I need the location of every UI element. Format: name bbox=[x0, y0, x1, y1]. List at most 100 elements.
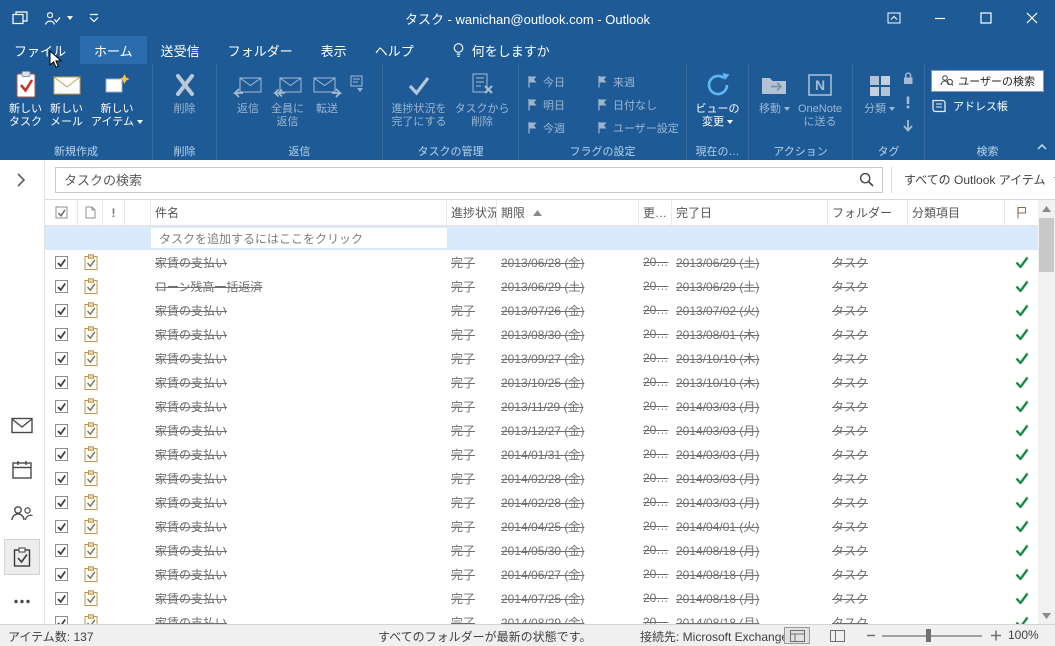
onenote-button[interactable]: N OneNote に送る bbox=[794, 66, 846, 129]
more-respond-actions-button[interactable] bbox=[346, 66, 370, 92]
change-view-button[interactable]: ビューの 変更 bbox=[692, 66, 744, 129]
task-row[interactable]: 家賃の支払い 完了 2014/02/28 (金) 20… 2014/03/03 … bbox=[45, 490, 1038, 514]
completed-check-icon[interactable] bbox=[1015, 448, 1029, 460]
complete-checkbox[interactable] bbox=[55, 591, 68, 605]
task-row[interactable]: 家賃の支払い 完了 2013/11/29 (金) 20… 2014/03/03 … bbox=[45, 394, 1038, 418]
vertical-scrollbar[interactable] bbox=[1038, 200, 1055, 624]
header-completed-column[interactable]: 完了日 bbox=[672, 200, 828, 225]
new-task-button[interactable]: 新しい タスク bbox=[5, 66, 46, 129]
task-row[interactable]: 家賃の支払い 完了 2013/08/30 (金) 20… 2013/08/01 … bbox=[45, 322, 1038, 346]
flag-tomorrow-button[interactable]: 明日 bbox=[527, 97, 597, 113]
private-button[interactable] bbox=[901, 71, 915, 90]
high-importance-button[interactable] bbox=[901, 95, 915, 114]
minimize-button[interactable] bbox=[917, 0, 963, 36]
new-items-button[interactable]: 新しい アイテム bbox=[87, 66, 147, 129]
completed-check-icon[interactable] bbox=[1015, 328, 1029, 340]
flag-no-date-button[interactable]: 日付なし bbox=[597, 97, 685, 113]
collapse-ribbon-button[interactable] bbox=[1036, 138, 1048, 156]
header-modified-column[interactable]: 更… bbox=[639, 200, 672, 225]
complete-checkbox[interactable] bbox=[55, 375, 68, 389]
close-button[interactable] bbox=[1009, 0, 1055, 36]
customize-quick-access-icon[interactable] bbox=[89, 13, 99, 23]
header-due-column[interactable]: 期限 bbox=[497, 200, 639, 225]
tab-send-receive[interactable]: 送受信 bbox=[147, 36, 214, 64]
low-importance-button[interactable] bbox=[901, 119, 915, 138]
tab-file[interactable]: ファイル bbox=[0, 36, 80, 64]
complete-checkbox[interactable] bbox=[55, 447, 68, 461]
complete-checkbox[interactable] bbox=[55, 255, 68, 269]
completed-check-icon[interactable] bbox=[1015, 376, 1029, 388]
completed-check-icon[interactable] bbox=[1015, 256, 1029, 268]
completed-check-icon[interactable] bbox=[1015, 544, 1029, 556]
remove-from-list-button[interactable]: タスクから 削除 bbox=[451, 66, 514, 129]
task-row[interactable]: 家賃の支払い 完了 2014/07/25 (金) 20… 2014/08/18 … bbox=[45, 586, 1038, 610]
reply-button[interactable]: 返信 bbox=[229, 66, 267, 116]
zoom-slider[interactable] bbox=[882, 635, 982, 637]
task-row[interactable]: 家賃の支払い 完了 2013/10/25 (金) 20… 2013/10/10 … bbox=[45, 370, 1038, 394]
ribbon-display-options-button[interactable] bbox=[871, 0, 917, 36]
task-row[interactable]: 家賃の支払い 完了 2014/06/27 (金) 20… 2014/08/18 … bbox=[45, 562, 1038, 586]
header-attachment-column[interactable] bbox=[125, 200, 151, 225]
task-row[interactable]: 家賃の支払い 完了 2014/02/28 (金) 20… 2014/03/03 … bbox=[45, 466, 1038, 490]
forward-button[interactable]: 転送 bbox=[308, 66, 346, 116]
completed-check-icon[interactable] bbox=[1015, 352, 1029, 364]
task-row[interactable]: 家賃の支払い 完了 2014/05/30 (金) 20… 2014/08/18 … bbox=[45, 538, 1038, 562]
complete-checkbox[interactable] bbox=[55, 567, 68, 581]
header-importance-column[interactable]: ! bbox=[103, 200, 125, 225]
move-button[interactable]: 移動 bbox=[755, 66, 794, 116]
completed-check-icon[interactable] bbox=[1015, 616, 1029, 624]
tab-folder[interactable]: フォルダー bbox=[214, 36, 307, 64]
complete-checkbox[interactable] bbox=[55, 351, 68, 365]
completed-check-icon[interactable] bbox=[1015, 592, 1029, 604]
header-flag-column[interactable] bbox=[1005, 200, 1038, 225]
expand-navigation-button[interactable] bbox=[16, 173, 26, 192]
completed-check-icon[interactable] bbox=[1015, 472, 1029, 484]
nav-tasks-button[interactable] bbox=[4, 539, 40, 575]
normal-view-button[interactable] bbox=[784, 627, 810, 644]
reply-all-button[interactable]: 全員に 返信 bbox=[267, 66, 308, 129]
header-status-column[interactable]: 進捗状況 bbox=[447, 200, 497, 225]
add-new-task-row[interactable]: タスクを追加するにはここをクリック bbox=[45, 226, 1038, 250]
tell-me-box[interactable]: 何をしますか bbox=[452, 36, 550, 64]
zoom-slider-thumb[interactable] bbox=[926, 629, 931, 642]
complete-checkbox[interactable] bbox=[55, 399, 68, 413]
complete-checkbox[interactable] bbox=[55, 615, 68, 625]
task-row[interactable]: 家賃の支払い 完了 2014/01/31 (金) 20… 2014/03/03 … bbox=[45, 442, 1038, 466]
header-folder-column[interactable]: フォルダー bbox=[828, 200, 908, 225]
complete-checkbox[interactable] bbox=[55, 327, 68, 341]
search-input[interactable]: タスクの検索 bbox=[55, 166, 883, 193]
completed-check-icon[interactable] bbox=[1015, 496, 1029, 508]
flag-this-week-button[interactable]: 今週 bbox=[527, 120, 597, 136]
completed-check-icon[interactable] bbox=[1015, 520, 1029, 532]
task-row[interactable]: 家賃の支払い 完了 2013/09/27 (金) 20… 2013/10/10 … bbox=[45, 346, 1038, 370]
nav-mail-button[interactable] bbox=[5, 408, 39, 442]
new-mail-button[interactable]: 新しい メール bbox=[46, 66, 87, 129]
zoom-in-button[interactable] bbox=[990, 628, 1002, 645]
address-book-button[interactable]: アドレス帳 bbox=[931, 98, 1044, 114]
flag-today-button[interactable]: 今日 bbox=[527, 74, 597, 90]
send-receive-qat-icon[interactable] bbox=[44, 11, 73, 26]
scroll-down-button[interactable] bbox=[1038, 607, 1055, 624]
header-complete-column[interactable] bbox=[45, 200, 78, 225]
complete-checkbox[interactable] bbox=[55, 519, 68, 533]
nav-people-button[interactable] bbox=[5, 496, 39, 530]
search-scope-dropdown[interactable]: すべての Outlook アイテム bbox=[891, 166, 1055, 193]
task-row[interactable]: 家賃の支払い 完了 2014/04/25 (金) 20… 2014/04/01 … bbox=[45, 514, 1038, 538]
delete-button[interactable]: 削除 bbox=[166, 66, 204, 116]
scrollbar-thumb[interactable] bbox=[1039, 218, 1054, 272]
completed-check-icon[interactable] bbox=[1015, 568, 1029, 580]
nav-calendar-button[interactable] bbox=[5, 452, 39, 486]
scroll-up-button[interactable] bbox=[1038, 200, 1055, 217]
flag-next-week-button[interactable]: 来週 bbox=[597, 74, 685, 90]
complete-checkbox[interactable] bbox=[55, 279, 68, 293]
task-row[interactable]: 家賃の支払い 完了 2013/06/28 (金) 20… 2013/06/29 … bbox=[45, 250, 1038, 274]
mark-complete-button[interactable]: 進捗状況を 完了にする bbox=[387, 66, 450, 129]
app-window-icon[interactable] bbox=[12, 11, 28, 25]
task-row[interactable]: 家賃の支払い 完了 2014/08/29 (金) 20… 2014/08/18 … bbox=[45, 610, 1038, 624]
complete-checkbox[interactable] bbox=[55, 303, 68, 317]
reading-view-button[interactable] bbox=[824, 627, 850, 644]
task-row[interactable]: 家賃の支払い 完了 2013/12/27 (金) 20… 2014/03/03 … bbox=[45, 418, 1038, 442]
flag-custom-button[interactable]: ユーザー設定 bbox=[597, 120, 685, 136]
header-category-column[interactable]: 分類項目 bbox=[908, 200, 1005, 225]
tab-view[interactable]: 表示 bbox=[307, 36, 361, 64]
